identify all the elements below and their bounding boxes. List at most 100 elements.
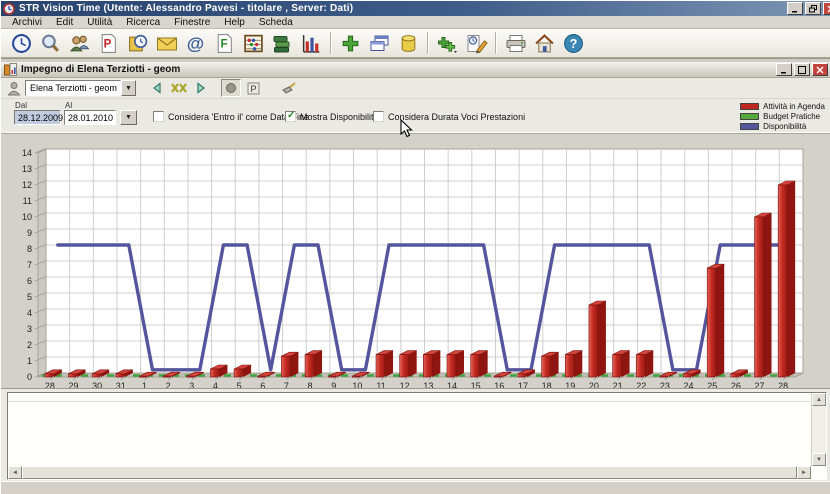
scroll-right-icon[interactable]: ► bbox=[797, 466, 811, 479]
restore-button[interactable] bbox=[805, 2, 821, 15]
dal-date-field[interactable]: 28.12.2009 bbox=[14, 110, 61, 125]
print-icon[interactable] bbox=[501, 31, 530, 56]
svg-text:8: 8 bbox=[27, 244, 32, 254]
impegno-chart: 0123456789101112131428293031123456789101… bbox=[1, 132, 830, 388]
menu-item-archivi[interactable]: Archivi bbox=[5, 17, 49, 28]
svg-text:13: 13 bbox=[22, 164, 32, 174]
abacus-icon[interactable] bbox=[239, 31, 268, 56]
menu-item-ricerca[interactable]: Ricerca bbox=[119, 17, 167, 28]
svg-text:11: 11 bbox=[23, 196, 32, 206]
menu-item-utilita[interactable]: Utilità bbox=[80, 17, 119, 28]
bar-chart-icon[interactable] bbox=[297, 31, 326, 56]
add-icon[interactable] bbox=[336, 31, 365, 56]
bucket-icon[interactable] bbox=[394, 31, 423, 56]
checkbox-box[interactable] bbox=[373, 111, 384, 122]
al-date-dropdown-button[interactable]: ▼ bbox=[120, 110, 137, 125]
checkbox-durata-voci[interactable]: Considera Durata Voci Prestazioni bbox=[373, 111, 525, 122]
at-mention-icon[interactable]: @ bbox=[181, 31, 210, 56]
previous-button[interactable] bbox=[147, 79, 167, 97]
menu-item-edit[interactable]: Edit bbox=[49, 17, 80, 28]
scroll-left-icon[interactable]: ◄ bbox=[8, 466, 22, 479]
svg-text:5: 5 bbox=[27, 292, 32, 302]
doc-close-button[interactable] bbox=[812, 63, 828, 76]
books-icon[interactable] bbox=[268, 31, 297, 56]
app-logo-icon bbox=[3, 3, 15, 15]
legend-swatch-disponibilita bbox=[740, 123, 759, 130]
person-icon bbox=[7, 81, 21, 96]
checkbox-box[interactable] bbox=[285, 111, 296, 122]
menu-bar: Archivi Edit Utilità Ricerca Finestre He… bbox=[1, 16, 830, 29]
legend-item: Budget Pratiche bbox=[740, 112, 825, 121]
svg-text:P: P bbox=[250, 84, 256, 94]
scrollbar-thumb[interactable] bbox=[22, 466, 797, 479]
document-f-icon[interactable]: F bbox=[210, 31, 239, 56]
double-x-icon[interactable] bbox=[169, 79, 189, 97]
close-button[interactable] bbox=[823, 2, 830, 15]
svg-text:0: 0 bbox=[27, 372, 32, 382]
document-toolbar: Elena Terziotti - geom ▼ P bbox=[1, 78, 830, 99]
al-date-field[interactable]: 28.01.2010 bbox=[64, 110, 116, 125]
window-title: STR Vision Time (Utente: Alessandro Pave… bbox=[19, 3, 353, 14]
checkbox-mostra-disponibilita[interactable]: Mostra Disponibilità bbox=[285, 111, 379, 122]
toolbar-separator bbox=[427, 32, 429, 54]
svg-text:9: 9 bbox=[27, 228, 32, 238]
mail-icon[interactable] bbox=[152, 31, 181, 56]
users-icon[interactable] bbox=[65, 31, 94, 56]
impegno-window: Impegno di Elena Terziotti - geom Elena … bbox=[1, 62, 830, 482]
search-icon[interactable] bbox=[36, 31, 65, 56]
svg-text:12: 12 bbox=[22, 180, 32, 190]
svg-text:1: 1 bbox=[27, 356, 32, 366]
copy-window-icon[interactable] bbox=[365, 31, 394, 56]
svg-text:14: 14 bbox=[22, 148, 32, 158]
dal-label: Dal bbox=[15, 101, 27, 110]
broom-icon[interactable] bbox=[279, 79, 299, 97]
legend-label: Disponibilità bbox=[763, 122, 806, 131]
menu-item-scheda[interactable]: Scheda bbox=[252, 17, 300, 28]
next-button[interactable] bbox=[191, 79, 211, 97]
legend-label: Budget Pratiche bbox=[763, 112, 820, 121]
chart-canvas: 0123456789101112131428293031123456789101… bbox=[1, 133, 830, 389]
person-selector[interactable]: Elena Terziotti - geom ▼ bbox=[25, 80, 136, 96]
legend-swatch-attivita bbox=[740, 103, 759, 110]
svg-text:P: P bbox=[104, 38, 112, 50]
detail-panel: ▲ ▼ ◄ ► bbox=[1, 388, 830, 482]
document-title: Impegno di Elena Terziotti - geom bbox=[21, 64, 180, 75]
detail-list-header bbox=[8, 393, 810, 402]
svg-text:4: 4 bbox=[27, 308, 32, 318]
checkbox-label: Considera Durata Voci Prestazioni bbox=[388, 112, 525, 122]
clock-icon[interactable] bbox=[7, 31, 36, 56]
menu-item-help[interactable]: Help bbox=[217, 17, 252, 28]
doc-minimize-button[interactable] bbox=[776, 63, 792, 76]
document-p-icon[interactable]: P bbox=[94, 31, 123, 56]
checkbox-box[interactable] bbox=[153, 111, 164, 122]
svg-text:7: 7 bbox=[27, 260, 32, 270]
svg-text:10: 10 bbox=[22, 212, 32, 222]
doc-maximize-button[interactable] bbox=[794, 63, 810, 76]
chevron-down-icon[interactable]: ▼ bbox=[121, 80, 136, 96]
person-selector-value[interactable]: Elena Terziotti - geom bbox=[25, 80, 121, 96]
status-bar bbox=[1, 481, 830, 494]
record-toggle-button[interactable] bbox=[221, 79, 241, 97]
horizontal-scrollbar[interactable]: ◄ ► bbox=[8, 466, 811, 479]
add-special-icon[interactable] bbox=[433, 31, 462, 56]
impegno-window-icon bbox=[4, 63, 17, 76]
al-label: Al bbox=[65, 101, 72, 110]
svg-text:3: 3 bbox=[27, 324, 32, 334]
minimize-button[interactable] bbox=[787, 2, 803, 15]
planning-clock-icon[interactable] bbox=[123, 31, 152, 56]
p-toggle-button[interactable]: P bbox=[243, 79, 263, 97]
help-icon[interactable]: ? bbox=[559, 31, 588, 56]
edit-note-icon[interactable] bbox=[462, 31, 491, 56]
legend-label: Attività in Agenda bbox=[763, 102, 825, 111]
application-window: STR Vision Time (Utente: Alessandro Pave… bbox=[0, 0, 830, 494]
vertical-scrollbar[interactable]: ▲ ▼ bbox=[811, 393, 826, 466]
menu-item-finestre[interactable]: Finestre bbox=[167, 17, 217, 28]
checkbox-label: Mostra Disponibilità bbox=[300, 112, 379, 122]
home-icon[interactable] bbox=[530, 31, 559, 56]
scroll-up-icon[interactable]: ▲ bbox=[812, 393, 826, 406]
legend-item: Disponibilità bbox=[740, 122, 825, 131]
document-title-bar: Impegno di Elena Terziotti - geom bbox=[1, 62, 830, 78]
scroll-down-icon[interactable]: ▼ bbox=[812, 453, 826, 466]
main-toolbar: P @ F ? bbox=[1, 29, 830, 58]
legend-item: Attività in Agenda bbox=[740, 102, 825, 111]
